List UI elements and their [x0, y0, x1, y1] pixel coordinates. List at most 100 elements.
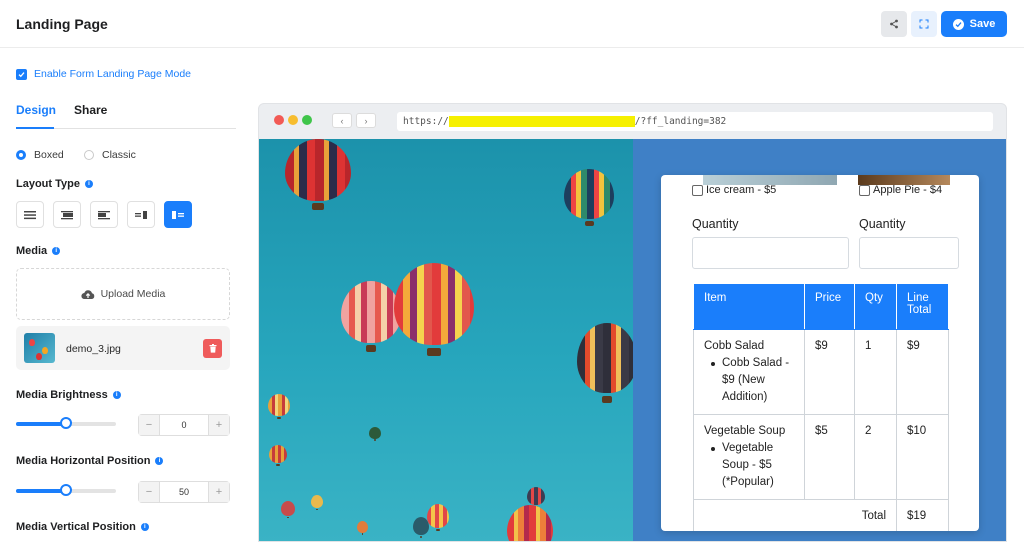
form-card: Ice cream - $5 Apple Pie - $4 Quantity Q… — [661, 175, 979, 531]
increment-button[interactable]: + — [209, 482, 229, 502]
check-circle-icon — [952, 18, 964, 30]
item-cell: Vegetable Soup Vegetable Soup - $5 (*Pop… — [693, 414, 805, 500]
browser-back-button[interactable]: ‹ — [332, 113, 352, 128]
quantity-input[interactable] — [692, 237, 849, 269]
total-label: Total — [693, 499, 897, 531]
enable-landing-mode-checkbox[interactable]: Enable Form Landing Page Mode — [16, 68, 191, 80]
table-header-row: Item Price Qty Line Total — [693, 283, 949, 330]
fullscreen-button[interactable] — [911, 11, 937, 37]
qty-cell: 1 — [854, 329, 897, 415]
item-detail: Cobb Salad - $9 (New Addition) — [711, 355, 794, 406]
layout-option-1[interactable] — [16, 201, 44, 228]
active-tab-indicator — [16, 127, 54, 129]
horizontal-position-stepper[interactable]: − 50 + — [138, 481, 230, 503]
delete-media-button[interactable] — [203, 339, 222, 358]
media-horizontal-label: Media Horizontal Position — [16, 455, 151, 467]
brightness-value[interactable]: 0 — [159, 415, 209, 435]
page-title: Landing Page — [16, 16, 108, 32]
info-icon[interactable]: i — [84, 180, 93, 188]
save-button[interactable]: Save — [941, 11, 1007, 37]
upload-media-label: Upload Media — [100, 288, 166, 300]
media-file-row: demo_3.jpg — [16, 326, 230, 370]
checkbox-checked-icon — [16, 68, 27, 80]
info-icon[interactable]: i — [112, 391, 121, 399]
decrement-button[interactable]: − — [139, 482, 159, 502]
radio-classic-label: Classic — [102, 149, 136, 161]
price-cell: $5 — [804, 414, 855, 500]
column-header: Item — [693, 283, 805, 330]
layout-option-3[interactable] — [90, 201, 118, 228]
item-name: Cobb Salad — [704, 340, 765, 352]
slider-handle[interactable] — [60, 484, 72, 496]
url-bar[interactable]: https:// /?ff_landing=382 — [397, 112, 993, 131]
slider-handle[interactable] — [60, 417, 72, 429]
layout-left-icon — [98, 210, 110, 219]
chevron-left-icon: ‹ — [340, 115, 344, 126]
item-name: Vegetable Soup — [704, 425, 786, 437]
layout-type-heading: Layout Type i — [16, 178, 93, 190]
balloon-shape — [577, 323, 633, 403]
share-icon — [890, 19, 898, 29]
brightness-stepper[interactable]: − 0 + — [138, 414, 230, 436]
horizontal-position-value[interactable]: 50 — [159, 482, 209, 502]
balloon-shape — [268, 394, 290, 420]
slider-fill — [16, 422, 66, 426]
share-button[interactable] — [881, 11, 907, 37]
quantity-input[interactable] — [859, 237, 959, 269]
layout-split-left-icon — [172, 210, 184, 219]
qty-cell: 2 — [854, 414, 897, 500]
option-apple-pie-checkbox[interactable]: Apple Pie - $4 — [859, 184, 942, 196]
preview-browser-window: ‹ › https:// /?ff_landing=382 Ice cream … — [258, 103, 1007, 542]
media-brightness-label: Media Brightness — [16, 389, 108, 401]
layout-option-4[interactable] — [127, 201, 155, 228]
settings-tabs: Design Share — [16, 100, 236, 129]
browser-forward-button[interactable]: › — [356, 113, 376, 128]
window-close-dot — [274, 115, 284, 125]
balloon-shape — [564, 169, 614, 226]
column-header: Price — [804, 283, 855, 330]
increment-button[interactable]: + — [209, 415, 229, 435]
url-redacted-highlight — [448, 116, 635, 127]
enable-label: Enable Form Landing Page Mode — [34, 68, 192, 80]
media-thumbnail — [24, 333, 55, 363]
layout-center-icon — [61, 210, 73, 219]
table-row: Cobb Salad Cobb Salad - $9 (New Addition… — [693, 329, 949, 415]
horizontal-position-slider[interactable] — [16, 484, 116, 496]
order-items-table: Item Price Qty Line Total Cobb Salad Cob… — [693, 283, 949, 531]
url-suffix: /?ff_landing=382 — [634, 116, 727, 127]
layout-split-right-icon — [135, 210, 147, 219]
balloon-shape — [369, 427, 381, 441]
cloud-upload-icon — [80, 289, 94, 299]
brightness-slider[interactable] — [16, 417, 116, 429]
top-bar: Landing Page Save — [0, 0, 1024, 48]
window-maximize-dot — [302, 115, 312, 125]
layout-option-5[interactable] — [164, 201, 192, 228]
checkbox-icon — [859, 184, 870, 196]
info-icon[interactable]: i — [140, 523, 149, 531]
upload-media-button[interactable]: Upload Media — [16, 268, 230, 320]
layout-option-2[interactable] — [53, 201, 81, 228]
radio-boxed[interactable]: Boxed — [16, 149, 64, 161]
balloon-shape — [341, 281, 401, 352]
tab-design[interactable]: Design — [16, 103, 56, 117]
decrement-button[interactable]: − — [139, 415, 159, 435]
total-value: $19 — [896, 499, 949, 531]
preview-viewport: Ice cream - $5 Apple Pie - $4 Quantity Q… — [259, 139, 1006, 541]
balloon-shape — [507, 505, 553, 541]
window-minimize-dot — [288, 115, 298, 125]
option-ice-cream-checkbox[interactable]: Ice cream - $5 — [692, 184, 776, 196]
balloon-shape — [269, 445, 287, 466]
tab-share[interactable]: Share — [74, 103, 107, 117]
quantity-label: Quantity — [692, 217, 739, 231]
url-prefix: https:// — [403, 116, 449, 127]
info-icon[interactable]: i — [52, 247, 61, 255]
chevron-right-icon: › — [364, 115, 368, 126]
price-cell: $9 — [804, 329, 855, 415]
option-label: Ice cream - $5 — [706, 184, 777, 196]
radio-boxed-label: Boxed — [34, 149, 64, 161]
layout-type-label: Layout Type — [16, 178, 80, 190]
balloon-shape — [311, 495, 323, 510]
hot-air-balloons-image — [259, 139, 633, 541]
info-icon[interactable]: i — [155, 457, 164, 465]
radio-classic[interactable]: Classic — [84, 149, 136, 161]
